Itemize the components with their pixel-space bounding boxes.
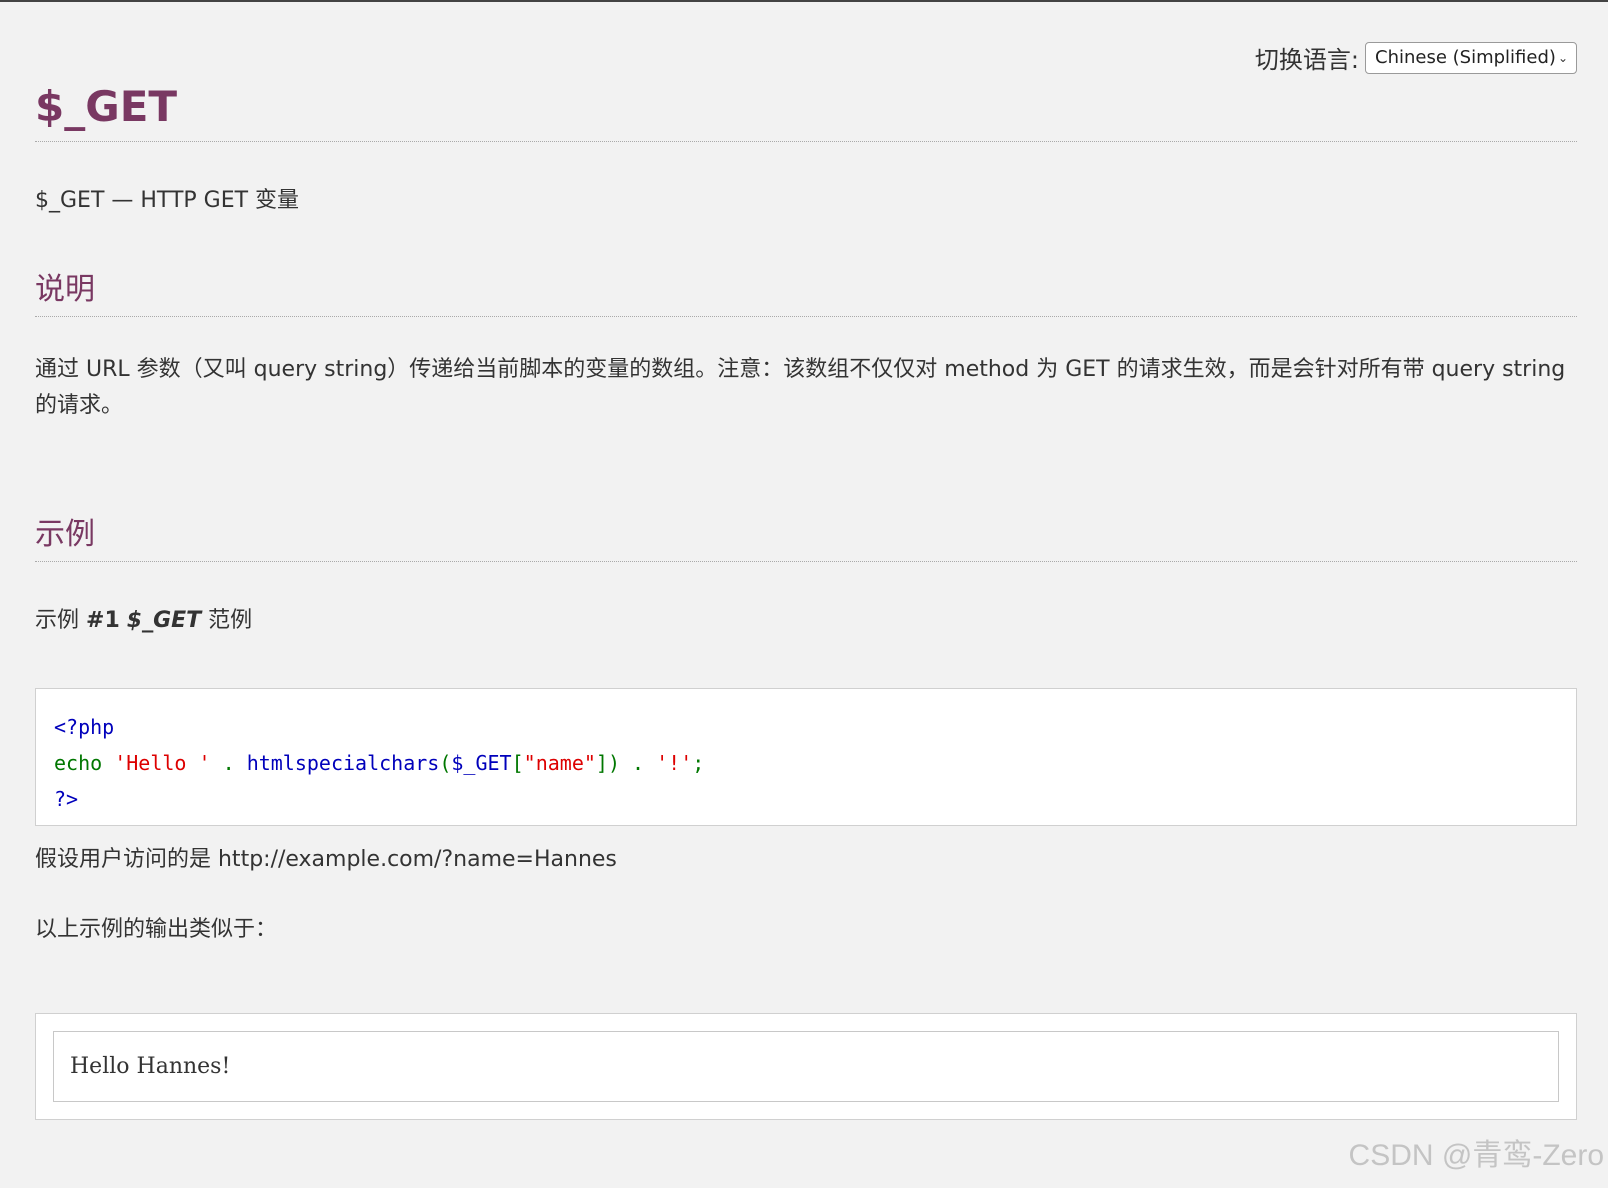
assumption-text: 假设用户访问的是 http://example.com/?name=Hannes <box>35 847 617 872</box>
examples-heading: 示例 <box>35 517 95 552</box>
code-string-bang: '!' <box>656 751 693 775</box>
example-var: $_GET <box>126 608 202 633</box>
language-switcher: 切换语言: Chinese (Simplified) ⌄ <box>1255 40 1577 75</box>
output-text: Hello Hannes! <box>70 1054 231 1079</box>
code-variable: $_GET <box>451 751 512 775</box>
examples-divider <box>35 561 1577 562</box>
output-block: Hello Hannes! <box>35 1013 1577 1120</box>
code-concat-2: . <box>632 751 645 775</box>
language-selected-value: Chinese (Simplified) <box>1375 47 1556 68</box>
code-paren-open: ( <box>439 751 452 775</box>
code-function: htmlspecialchars <box>246 751 440 775</box>
code-echo: echo <box>54 751 103 775</box>
output-inner: Hello Hannes! <box>53 1031 1559 1102</box>
output-intro: 以上示例的输出类似于： <box>35 917 278 942</box>
example-number: #1 <box>86 608 120 633</box>
example-title: 示例 #1 $_GET 范例 <box>35 602 252 634</box>
description-heading: 说明 <box>35 272 95 307</box>
code-key: "name" <box>523 751 596 775</box>
example-title-prefix: 示例 <box>35 608 80 633</box>
watermark: CSDN @青鸾-Zero <box>1348 1139 1604 1172</box>
code-line-close-tag: ?> <box>54 787 79 811</box>
description-divider <box>35 316 1577 317</box>
language-select[interactable]: Chinese (Simplified) ⌄ <box>1365 41 1577 74</box>
example-title-suffix: 范例 <box>208 608 253 633</box>
code-line-open-tag: <?php <box>54 715 115 739</box>
code-bracket-open: [ <box>511 751 524 775</box>
language-label: 切换语言: <box>1254 46 1359 74</box>
title-divider <box>35 141 1577 142</box>
code-bracket-close: ]) <box>595 751 620 775</box>
refpurpose: $_GET — HTTP GET 变量 <box>35 188 300 213</box>
code-concat-1: . <box>222 751 235 775</box>
chevron-down-icon: ⌄ <box>1557 50 1568 65</box>
code-block: <?php echo 'Hello ' . htmlspecialchars($… <box>35 688 1577 826</box>
description-text: 通过 URL 参数（又叫 query string）传递给当前脚本的变量的数组。… <box>35 357 1566 418</box>
code-semicolon: ; <box>692 751 705 775</box>
code-string-hello: 'Hello ' <box>114 751 211 775</box>
page-title: $_GET <box>35 82 178 131</box>
